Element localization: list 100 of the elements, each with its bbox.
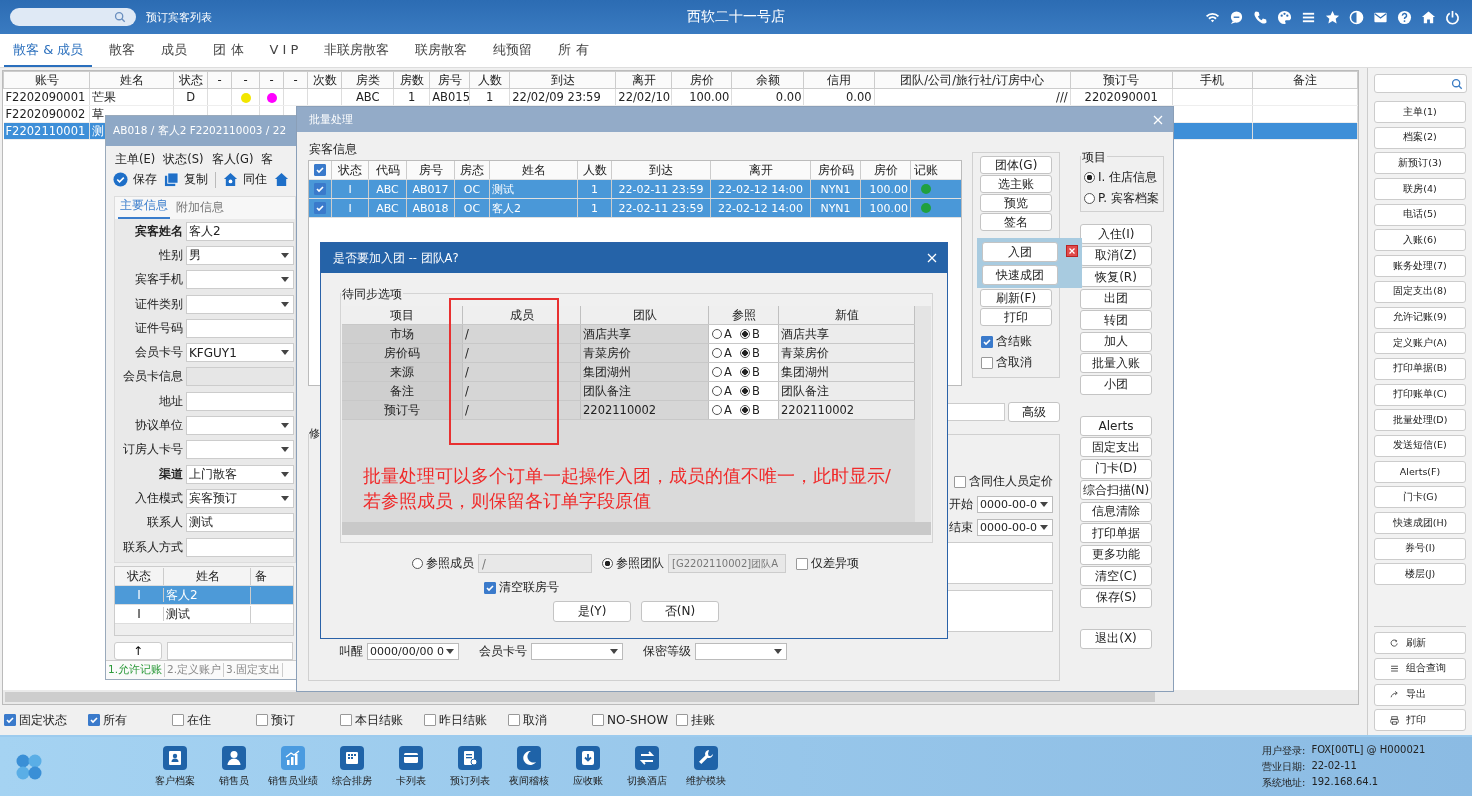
house-icon[interactable]	[274, 172, 289, 187]
column-header[interactable]: 离开	[710, 161, 810, 179]
tab[interactable]: 主要信息	[118, 197, 170, 219]
dropdown[interactable]: 男	[186, 245, 294, 265]
column-header[interactable]: 房号	[406, 161, 454, 179]
radio-button[interactable]	[739, 329, 750, 339]
checkbox[interactable]	[340, 714, 352, 726]
radio-button[interactable]	[712, 329, 722, 339]
menu-button[interactable]: 账务处理(7)	[1374, 255, 1467, 278]
star-icon[interactable]	[1325, 9, 1340, 25]
reservation-list-link[interactable]: 预订宾客列表	[146, 9, 212, 25]
column-header[interactable]: 次数	[307, 71, 342, 89]
action-button[interactable]: 打印	[980, 308, 1052, 326]
column-header[interactable]: 房数	[393, 71, 430, 89]
checkbox[interactable]	[981, 356, 993, 369]
action-button[interactable]: 取消(Z)	[1080, 245, 1152, 266]
checkbox[interactable]	[4, 714, 16, 726]
column-header[interactable]: 房类	[341, 71, 394, 89]
checkbox[interactable]	[314, 183, 326, 195]
menu-button[interactable]: 打印账单(C)	[1374, 383, 1467, 406]
exit-button[interactable]: 退出(X)	[1080, 628, 1152, 649]
checkbox[interactable]	[592, 714, 604, 726]
chat-icon[interactable]	[1229, 9, 1244, 25]
radio-button[interactable]	[739, 367, 750, 377]
dialog-button[interactable]: 是(Y)	[553, 601, 631, 622]
column-header[interactable]: 信用	[803, 71, 874, 89]
column-header[interactable]: 房价	[671, 71, 732, 89]
column-header[interactable]: 预订号	[1070, 71, 1173, 89]
column-header[interactable]: 团队/公司/旅行社/订房中心	[874, 71, 1071, 89]
grid-row[interactable]: I 测试	[115, 605, 293, 625]
scrollbar[interactable]	[915, 306, 931, 522]
menu-button[interactable]: 定义账户(A)	[1374, 332, 1467, 355]
tab[interactable]: 附加信息	[174, 199, 226, 219]
checkbox[interactable]	[484, 581, 496, 594]
date-dropdown[interactable]: 0000-00-0	[977, 519, 1053, 536]
toolbar-button[interactable]: 同住	[223, 171, 267, 188]
menu-button[interactable]: 新预订(3)	[1374, 152, 1467, 175]
taskbar-app[interactable]: 应收账	[558, 745, 617, 788]
taskbar-app[interactable]: 切换酒店	[617, 745, 676, 788]
radio-button[interactable]	[412, 558, 423, 569]
action-button[interactable]: 批量入账	[1080, 353, 1152, 373]
action-button[interactable]: 门卡(D)	[1080, 458, 1152, 479]
column-header[interactable]: 人数	[469, 71, 510, 89]
menu-button[interactable]: Alerts(F)	[1374, 460, 1467, 483]
column-header[interactable]: 账号	[3, 71, 90, 89]
menu-item[interactable]: 客	[261, 152, 274, 167]
column-header[interactable]: 房价	[860, 161, 910, 179]
input-field[interactable]: 测试	[186, 513, 294, 533]
action-button[interactable]: 清空(C)	[1080, 566, 1152, 586]
tool-button[interactable]: 打印	[1374, 709, 1467, 732]
home-icon[interactable]	[1421, 9, 1436, 25]
action-button[interactable]: 刷新(F)	[980, 289, 1052, 307]
column-header[interactable]: 备注	[1252, 71, 1358, 89]
input-field[interactable]	[186, 537, 294, 557]
toolbar-button[interactable]: 复制	[164, 171, 208, 188]
radio-button[interactable]	[602, 558, 613, 569]
action-button[interactable]: 打印单据	[1080, 523, 1152, 543]
column-header[interactable]: 姓名	[89, 71, 174, 89]
column-header[interactable]: 到达	[611, 161, 710, 179]
tool-button[interactable]: 导出	[1374, 683, 1467, 706]
tool-button[interactable]: 组合查询	[1374, 657, 1467, 680]
column-header[interactable]: 房态	[454, 161, 489, 179]
checkbox[interactable]	[88, 714, 100, 726]
dropdown[interactable]: 0000/00/00 0	[367, 643, 459, 660]
scrollbar[interactable]	[5, 692, 1155, 702]
action-button[interactable]: Alerts	[1080, 415, 1152, 436]
dropdown[interactable]: 上门散客	[186, 464, 294, 484]
action-button[interactable]: 小团	[1080, 374, 1152, 395]
palette-icon[interactable]	[1277, 9, 1292, 25]
radio-button[interactable]	[1084, 193, 1095, 204]
tab[interactable]: 3.固定支出	[224, 663, 284, 677]
dialog-button[interactable]: 否(N)	[641, 601, 719, 622]
column-header[interactable]: 房号	[429, 71, 470, 89]
tab[interactable]: 1.允许记账	[106, 663, 166, 677]
column-header[interactable]: 房价码	[810, 161, 860, 179]
radio-button[interactable]	[712, 386, 722, 396]
menu-item[interactable]: 客人(G)	[211, 152, 254, 167]
action-button[interactable]: 选主账	[980, 175, 1052, 193]
taskbar-app[interactable]: 综合排房	[322, 745, 381, 788]
radio-button[interactable]	[712, 367, 722, 377]
column-header[interactable]: 人数	[577, 161, 611, 179]
tab[interactable]: 纯预留	[484, 34, 542, 67]
up-button[interactable]: ↑	[114, 642, 162, 661]
menu-button[interactable]: 档案(2)	[1374, 126, 1467, 149]
menu-item[interactable]: 状态(S)	[163, 152, 204, 167]
checkbox[interactable]	[508, 714, 520, 726]
taskbar-app[interactable]: 客户档案	[145, 745, 204, 788]
tab[interactable]: 非联房散客	[315, 34, 399, 67]
checkbox[interactable]	[314, 164, 326, 176]
checkbox[interactable]	[796, 557, 808, 570]
column-header[interactable]: 余额	[731, 71, 804, 89]
column-header[interactable]: 手机	[1172, 71, 1253, 89]
column-header[interactable]: 离开	[615, 71, 672, 89]
menu-button[interactable]: 电话(5)	[1374, 203, 1467, 226]
action-button[interactable]: 入住(I)	[1080, 224, 1152, 244]
help-icon[interactable]	[1397, 9, 1412, 25]
radio-button[interactable]	[712, 405, 722, 415]
menu-button[interactable]: 发送短信(E)	[1374, 434, 1467, 457]
menu-button[interactable]: 打印单据(B)	[1374, 357, 1467, 380]
menu-button[interactable]: 联房(4)	[1374, 178, 1467, 201]
